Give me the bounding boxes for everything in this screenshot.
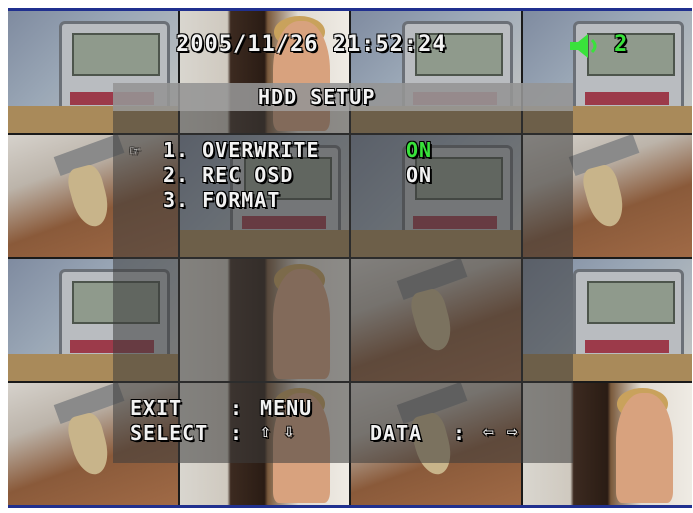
help-data-arrows-icon: ⇦ ⇨ (483, 421, 519, 442)
help-data-separator: : (453, 421, 467, 445)
menu-cursor-icon: ☞ (130, 141, 141, 160)
help-exit-key: MENU (260, 396, 313, 420)
rec-osd-value[interactable]: ON (406, 163, 432, 187)
help-exit-label: EXIT (130, 396, 183, 420)
menu-item-rec-osd[interactable]: 2. REC OSD (163, 163, 293, 187)
datetime-display: 2005/11/26 21:52:24 (176, 32, 447, 57)
help-select-separator: : (230, 421, 244, 445)
help-select-arrows-icon: ⇧ ⇩ (260, 421, 296, 442)
bottom-border (8, 505, 692, 508)
menu-item-format[interactable]: 3. FORMAT (163, 188, 280, 212)
overwrite-value[interactable]: ON (406, 138, 432, 162)
menu-item-overwrite[interactable]: 1. OVERWRITE (163, 138, 320, 162)
help-select-label: SELECT (130, 421, 209, 445)
dvr-screen: 2005/11/26 21:52:24 2 HDD SETUP ☞ 1. OVE… (8, 8, 692, 508)
help-exit-separator: : (230, 396, 244, 420)
speaker-icon (570, 34, 597, 58)
menu-title: HDD SETUP (258, 85, 376, 109)
channel-number: 2 (614, 32, 629, 57)
help-data-label: DATA (370, 421, 423, 445)
